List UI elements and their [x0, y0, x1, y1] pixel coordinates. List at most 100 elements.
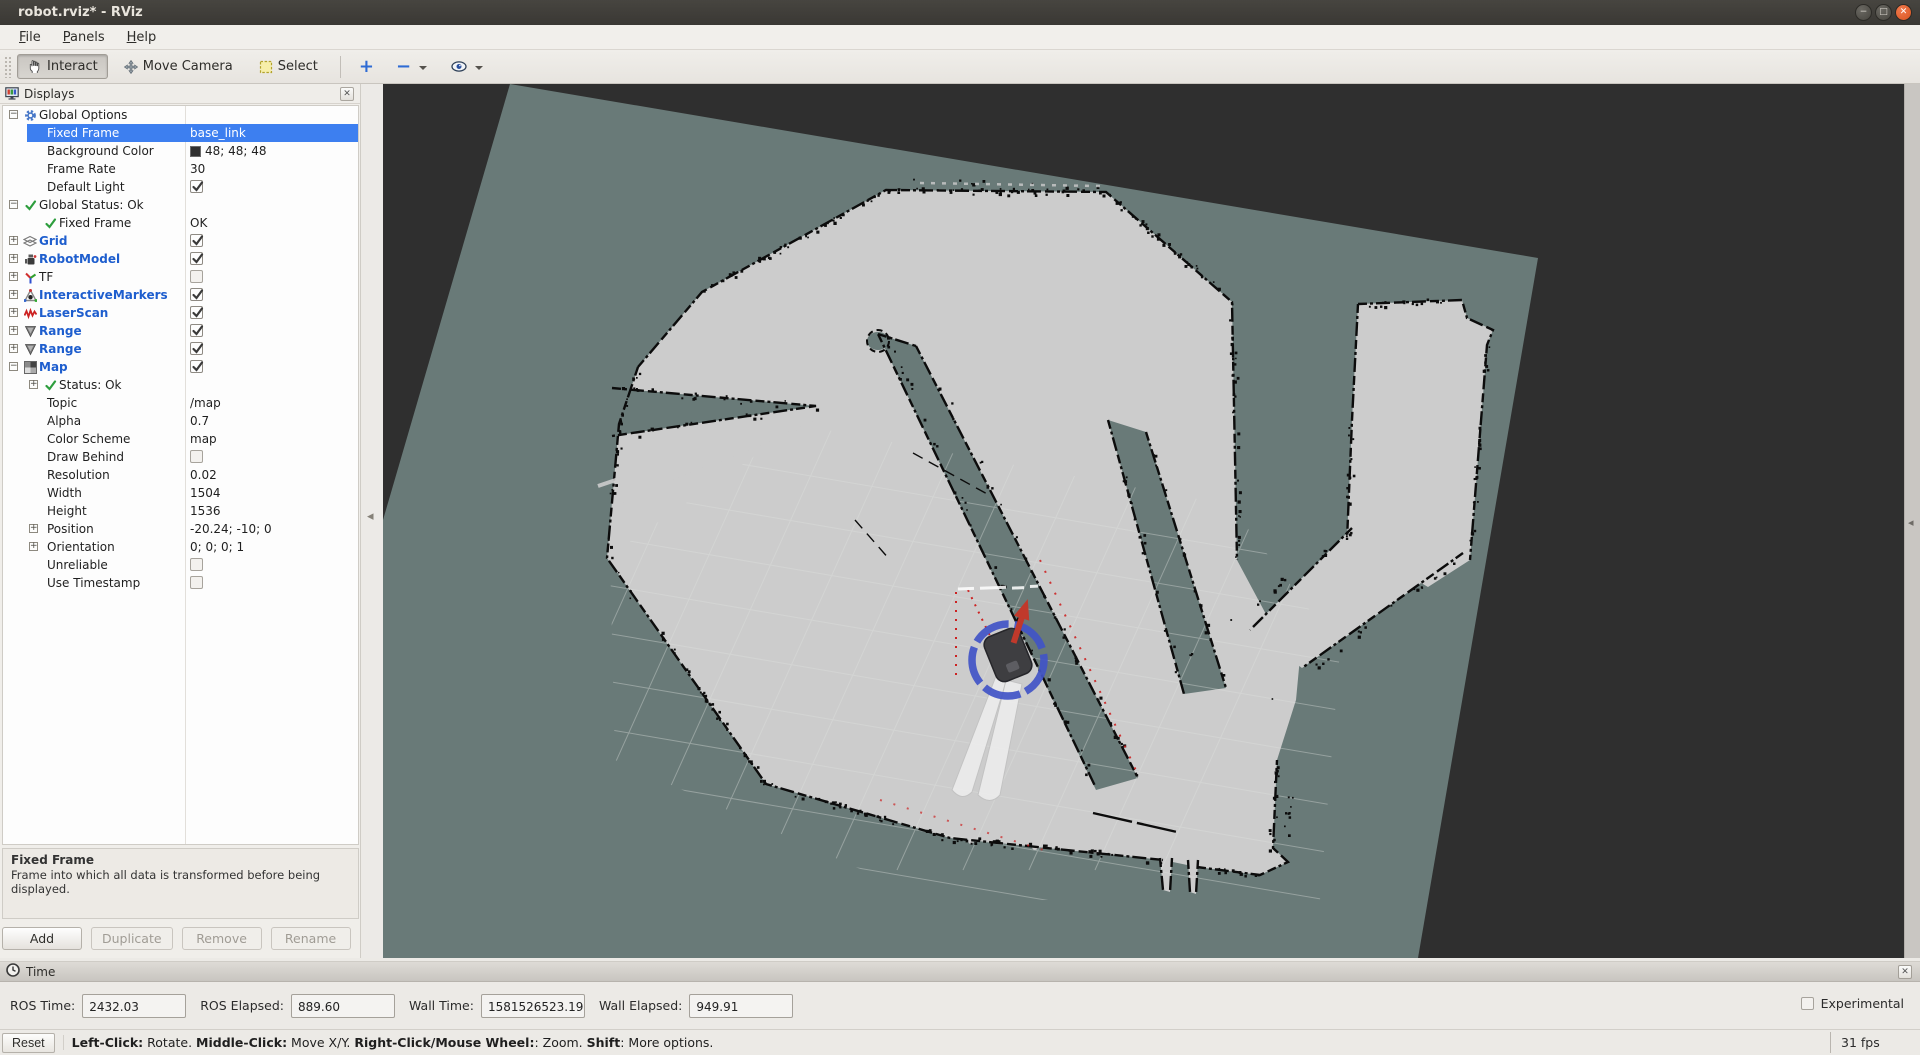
- row-checkbox[interactable]: [190, 288, 203, 301]
- row-value[interactable]: -20.24; -10; 0: [190, 522, 272, 536]
- close-window-icon[interactable]: ✕: [1895, 4, 1912, 21]
- display-row-use-timestamp[interactable]: Use Timestamp: [3, 574, 358, 592]
- menu-panels[interactable]: Panels: [52, 27, 116, 48]
- time-panel-close-icon[interactable]: ✕: [1898, 965, 1912, 979]
- row-value[interactable]: base_link: [190, 126, 246, 140]
- toolbar-drag-handle[interactable]: [4, 56, 12, 78]
- display-row-range[interactable]: +Range: [3, 340, 358, 358]
- row-checkbox[interactable]: [190, 306, 203, 319]
- row-checkbox[interactable]: [190, 342, 203, 355]
- maximize-window-icon[interactable]: □: [1875, 4, 1892, 21]
- expand-icon[interactable]: +: [29, 542, 38, 551]
- display-row-alpha[interactable]: Alpha0.7: [3, 412, 358, 430]
- expand-icon[interactable]: +: [9, 344, 18, 353]
- row-checkbox[interactable]: [190, 180, 203, 193]
- wall-elapsed-input[interactable]: 949.91: [689, 994, 793, 1018]
- row-value[interactable]: 0; 0; 0; 1: [190, 540, 244, 554]
- ros-time-input[interactable]: 2432.03: [82, 994, 186, 1018]
- row-value[interactable]: 0.02: [190, 468, 217, 482]
- collapse-icon[interactable]: −: [9, 362, 18, 371]
- display-row-robotmodel[interactable]: +RobotModel: [3, 250, 358, 268]
- display-row-laserscan[interactable]: +LaserScan: [3, 304, 358, 322]
- display-row-global-status-ok[interactable]: −Global Status: Ok: [3, 196, 358, 214]
- display-row-map[interactable]: −Map: [3, 358, 358, 376]
- display-row-fixed-frame[interactable]: Fixed FrameOK: [3, 214, 358, 232]
- row-checkbox[interactable]: [190, 558, 203, 571]
- row-checkbox[interactable]: [190, 576, 203, 589]
- minimize-window-icon[interactable]: −: [1855, 4, 1872, 21]
- display-row-global-options[interactable]: −Global Options: [3, 106, 358, 124]
- menu-help[interactable]: Help: [116, 27, 168, 48]
- eye-tool-icon[interactable]: [445, 57, 473, 76]
- display-row-grid[interactable]: +Grid: [3, 232, 358, 250]
- row-checkbox[interactable]: [190, 252, 203, 265]
- display-row-orientation[interactable]: +Orientation0; 0; 0; 1: [3, 538, 358, 556]
- display-row-position[interactable]: +Position-20.24; -10; 0: [3, 520, 358, 538]
- minus-tool-icon[interactable]: −: [390, 56, 417, 78]
- display-row-width[interactable]: Width1504: [3, 484, 358, 502]
- display-row-background-color[interactable]: Background Color48; 48; 48: [3, 142, 358, 160]
- ros-elapsed-input[interactable]: 889.60: [291, 994, 395, 1018]
- row-checkbox[interactable]: [190, 270, 203, 283]
- row-value[interactable]: 0.7: [190, 414, 209, 428]
- row-checkbox[interactable]: [190, 234, 203, 247]
- display-row-height[interactable]: Height1536: [3, 502, 358, 520]
- reset-button[interactable]: Reset: [2, 1033, 55, 1053]
- expand-icon[interactable]: +: [9, 290, 18, 299]
- display-row-interactivemarkers[interactable]: +InteractiveMarkers: [3, 286, 358, 304]
- plus-tool-icon[interactable]: +: [353, 56, 380, 78]
- row-value[interactable]: 1536: [190, 504, 221, 518]
- row-value[interactable]: 48; 48; 48: [190, 144, 267, 158]
- display-row-color-scheme[interactable]: Color Schememap: [3, 430, 358, 448]
- display-row-draw-behind[interactable]: Draw Behind: [3, 448, 358, 466]
- row-checkbox[interactable]: [190, 450, 203, 463]
- display-row-status-ok[interactable]: +Status: Ok: [3, 376, 358, 394]
- row-value[interactable]: 30: [190, 162, 205, 176]
- right-dock-splitter[interactable]: ◂: [1904, 84, 1920, 958]
- display-row-range[interactable]: +Range: [3, 322, 358, 340]
- display-row-frame-rate[interactable]: Frame Rate30: [3, 160, 358, 178]
- menu-file[interactable]: File: [8, 27, 52, 48]
- expand-icon[interactable]: +: [9, 308, 18, 317]
- collapse-icon[interactable]: −: [9, 110, 18, 119]
- row-value[interactable]: 1504: [190, 486, 221, 500]
- display-row-topic[interactable]: Topic/map: [3, 394, 358, 412]
- tool-select[interactable]: Select: [249, 54, 328, 79]
- expand-icon[interactable]: +: [9, 326, 18, 335]
- expand-icon[interactable]: +: [9, 254, 18, 263]
- displays-panel-close-icon[interactable]: ✕: [340, 87, 354, 101]
- expand-icon[interactable]: +: [9, 272, 18, 281]
- collapse-icon[interactable]: −: [9, 200, 18, 209]
- row-checkbox[interactable]: [190, 360, 203, 373]
- display-row-unreliable[interactable]: Unreliable: [3, 556, 358, 574]
- add-button[interactable]: Add: [2, 927, 82, 950]
- left-dock-splitter[interactable]: ◂: [362, 84, 383, 958]
- row-checkbox[interactable]: [190, 324, 203, 337]
- displays-panel-header[interactable]: Displays ✕: [0, 84, 360, 104]
- row-value[interactable]: /map: [190, 396, 221, 410]
- expand-icon[interactable]: +: [29, 380, 38, 389]
- chevron-down-icon[interactable]: [419, 66, 427, 70]
- rename-button[interactable]: Rename: [271, 927, 351, 950]
- title-bar[interactable]: robot.rviz* - RViz −□✕: [0, 0, 1920, 25]
- chevron-down-icon[interactable]: [475, 66, 483, 70]
- collapse-left-icon[interactable]: ◂: [367, 509, 374, 524]
- expand-icon[interactable]: +: [29, 524, 38, 533]
- display-row-tf[interactable]: +TF: [3, 268, 358, 286]
- row-value[interactable]: map: [190, 432, 217, 446]
- time-panel-header[interactable]: Time ✕: [0, 962, 1920, 982]
- row-value[interactable]: OK: [190, 216, 207, 230]
- tool-move-camera[interactable]: Move Camera: [114, 54, 243, 79]
- tool-interact[interactable]: Interact: [17, 54, 108, 79]
- remove-button[interactable]: Remove: [182, 927, 262, 950]
- duplicate-button[interactable]: Duplicate: [91, 927, 173, 950]
- 3d-viewport[interactable]: [383, 84, 1904, 958]
- wall-time-input[interactable]: 1581526523.19: [481, 994, 585, 1018]
- experimental-checkbox[interactable]: Experimental: [1801, 996, 1904, 1011]
- expand-icon[interactable]: +: [9, 236, 18, 245]
- display-row-default-light[interactable]: Default Light: [3, 178, 358, 196]
- display-row-resolution[interactable]: Resolution0.02: [3, 466, 358, 484]
- experimental-checkbox-box[interactable]: [1801, 997, 1814, 1010]
- collapse-right-icon[interactable]: ◂: [1908, 516, 1914, 529]
- display-row-fixed-frame[interactable]: Fixed Framebase_link: [3, 124, 358, 142]
